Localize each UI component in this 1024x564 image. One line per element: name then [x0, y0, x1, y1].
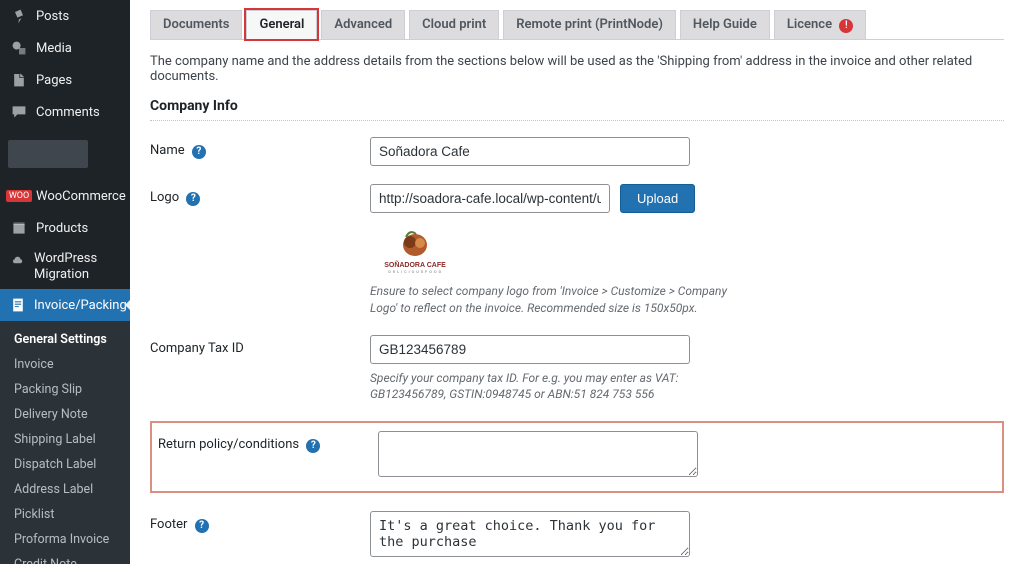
upload-button[interactable]: Upload: [620, 184, 695, 213]
woo-icon: WOO: [10, 187, 28, 205]
sidebar-placeholder: [8, 140, 88, 168]
sidebar-item-label: Pages: [36, 73, 72, 88]
products-icon: [10, 219, 28, 237]
label-footer: Footer ?: [150, 511, 370, 533]
submenu-general-settings[interactable]: General Settings: [0, 327, 130, 352]
admin-sidebar: Posts Media Pages Comments WOO WooCommer…: [0, 0, 130, 564]
sidebar-item-posts[interactable]: Posts: [0, 0, 130, 32]
logo-preview: SOÑADORA CAFE D E L I C I O U S F O O D: [370, 227, 460, 277]
label-tax-id: Company Tax ID: [150, 335, 370, 356]
sidebar-item-label: Products: [36, 221, 88, 236]
migrate-icon: [10, 251, 26, 269]
help-icon[interactable]: ?: [192, 145, 206, 159]
sidebar-item-pages[interactable]: Pages: [0, 64, 130, 96]
sidebar-item-label: Media: [36, 41, 72, 56]
tab-advanced[interactable]: Advanced: [321, 10, 405, 39]
sidebar-item-comments[interactable]: Comments: [0, 96, 130, 128]
tab-remote-print[interactable]: Remote print (PrintNode): [503, 10, 676, 39]
sidebar-item-migration[interactable]: WordPress Migration: [0, 244, 130, 289]
tab-licence[interactable]: Licence !: [774, 10, 866, 39]
sidebar-item-media[interactable]: Media: [0, 32, 130, 64]
label-logo: Logo ?: [150, 184, 370, 206]
help-icon[interactable]: ?: [195, 519, 209, 533]
submenu-packing-slip[interactable]: Packing Slip: [0, 377, 130, 402]
input-logo-url[interactable]: [370, 184, 610, 213]
tab-cloud-print[interactable]: Cloud print: [409, 10, 499, 39]
tab-documents[interactable]: Documents: [150, 10, 242, 39]
input-tax-id[interactable]: [370, 335, 690, 364]
row-name: Name ?: [150, 137, 1004, 166]
row-logo: Logo ? Upload SOÑADORA CAFE D E L I C I …: [150, 184, 1004, 317]
sidebar-item-invoice-packing[interactable]: Invoice/Packing: [0, 289, 130, 321]
media-icon: [10, 39, 28, 57]
main-content: Documents General Advanced Cloud print R…: [130, 0, 1024, 564]
submenu-address-label[interactable]: Address Label: [0, 477, 130, 502]
svg-text:SOÑADORA CAFE: SOÑADORA CAFE: [384, 260, 446, 269]
comment-icon: [10, 103, 28, 121]
sidebar-item-products[interactable]: Products: [0, 212, 130, 244]
sidebar-item-label: Comments: [36, 105, 100, 120]
row-footer: Footer ? Set up a footer which will be u…: [150, 511, 1004, 564]
submenu-delivery-note[interactable]: Delivery Note: [0, 402, 130, 427]
section-title: Company Info: [150, 98, 1004, 121]
sidebar-item-label: Invoice/Packing: [34, 298, 127, 313]
textarea-return-policy[interactable]: [378, 431, 698, 477]
tax-hint: Specify your company tax ID. For e.g. yo…: [370, 370, 730, 404]
submenu-invoice[interactable]: Invoice: [0, 352, 130, 377]
tab-label: Licence: [787, 17, 832, 32]
sidebar-item-woocommerce[interactable]: WOO WooCommerce: [0, 180, 130, 212]
submenu-picklist[interactable]: Picklist: [0, 502, 130, 527]
alert-icon: !: [839, 19, 853, 33]
pin-icon: [10, 7, 28, 25]
label-name: Name ?: [150, 137, 370, 159]
svg-text:D E L I C I O U S F O O D: D E L I C I O U S F O O D: [388, 270, 441, 274]
invoice-icon: [10, 296, 26, 314]
help-icon[interactable]: ?: [186, 192, 200, 206]
intro-text: The company name and the address details…: [150, 54, 1004, 84]
textarea-footer[interactable]: [370, 511, 690, 557]
tab-help-guide[interactable]: Help Guide: [680, 10, 770, 39]
sidebar-item-label: Posts: [36, 9, 69, 24]
submenu-shipping-label[interactable]: Shipping Label: [0, 427, 130, 452]
input-company-name[interactable]: [370, 137, 690, 166]
submenu-credit-note[interactable]: Credit Note: [0, 552, 130, 564]
submenu-dispatch-label[interactable]: Dispatch Label: [0, 452, 130, 477]
logo-hint: Ensure to select company logo from 'Invo…: [370, 283, 730, 317]
sidebar-item-label: WordPress Migration: [34, 251, 122, 282]
page-icon: [10, 71, 28, 89]
settings-tabs: Documents General Advanced Cloud print R…: [150, 10, 1004, 40]
submenu-proforma-invoice[interactable]: Proforma Invoice: [0, 527, 130, 552]
row-tax-id: Company Tax ID Specify your company tax …: [150, 335, 1004, 404]
sidebar-submenu: General Settings Invoice Packing Slip De…: [0, 321, 130, 564]
help-icon[interactable]: ?: [306, 439, 320, 453]
tab-general[interactable]: General: [246, 10, 317, 39]
row-return-policy: Return policy/conditions ?: [150, 421, 1004, 493]
label-return-policy: Return policy/conditions ?: [158, 431, 378, 453]
sidebar-item-label: WooCommerce: [36, 189, 126, 204]
